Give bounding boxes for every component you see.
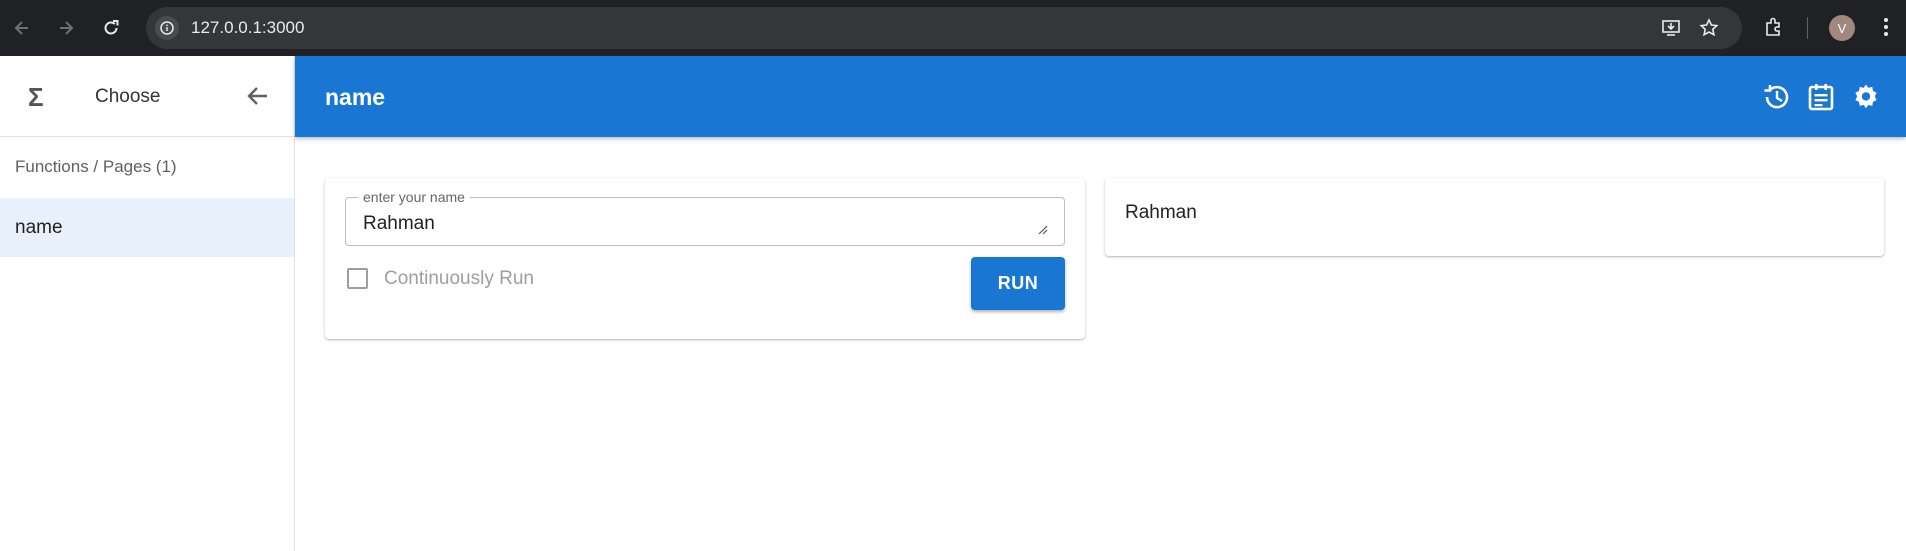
name-textarea[interactable]: enter your name Rahman	[345, 189, 1065, 246]
output-text: Rahman	[1125, 202, 1197, 223]
settings-icon[interactable]	[1851, 82, 1881, 112]
run-button[interactable]: RUN	[971, 257, 1065, 310]
install-app-icon[interactable]	[1661, 18, 1681, 38]
input-card: enter your name Rahman Continuously Run …	[325, 178, 1085, 339]
name-field-label: enter your name	[358, 189, 470, 205]
back-icon[interactable]	[4, 10, 40, 46]
continuously-run-checkbox[interactable]	[347, 268, 368, 289]
extensions-icon[interactable]	[1763, 16, 1785, 38]
sidebar: Σ Choose Functions / Pages (1) name	[0, 56, 295, 551]
toolbar-divider	[1807, 17, 1808, 39]
site-info-icon[interactable]	[155, 16, 179, 40]
address-bar[interactable]: 127.0.0.1:3000	[146, 7, 1742, 49]
page-title: name	[325, 84, 386, 110]
reload-icon[interactable]	[93, 10, 129, 46]
forward-icon[interactable]	[48, 10, 84, 46]
bookmark-star-icon[interactable]	[1699, 18, 1719, 38]
sigma-icon: Σ	[28, 82, 44, 112]
resize-handle-icon[interactable]	[1036, 223, 1048, 235]
sidebar-item-label: name	[15, 217, 63, 238]
calendar-icon[interactable]	[1806, 82, 1836, 112]
browser-toolbar: 127.0.0.1:3000 V	[0, 0, 1906, 56]
collapse-sidebar-icon[interactable]	[245, 83, 271, 109]
profile-avatar[interactable]: V	[1829, 15, 1855, 41]
browser-menu-icon[interactable]	[1875, 16, 1897, 38]
functions-section-title: Functions / Pages (1)	[15, 157, 177, 176]
history-icon[interactable]	[1761, 82, 1791, 112]
sidebar-item-name[interactable]: name	[0, 198, 294, 257]
url-text[interactable]: 127.0.0.1:3000	[191, 18, 304, 38]
output-card: Rahman	[1105, 178, 1884, 256]
app-bar: name	[295, 56, 1906, 137]
name-field-value[interactable]: Rahman	[363, 213, 435, 235]
continuously-run-label[interactable]: Continuously Run	[384, 268, 534, 290]
sidebar-header: Σ Choose	[0, 56, 294, 137]
sidebar-title: Choose	[95, 86, 161, 107]
